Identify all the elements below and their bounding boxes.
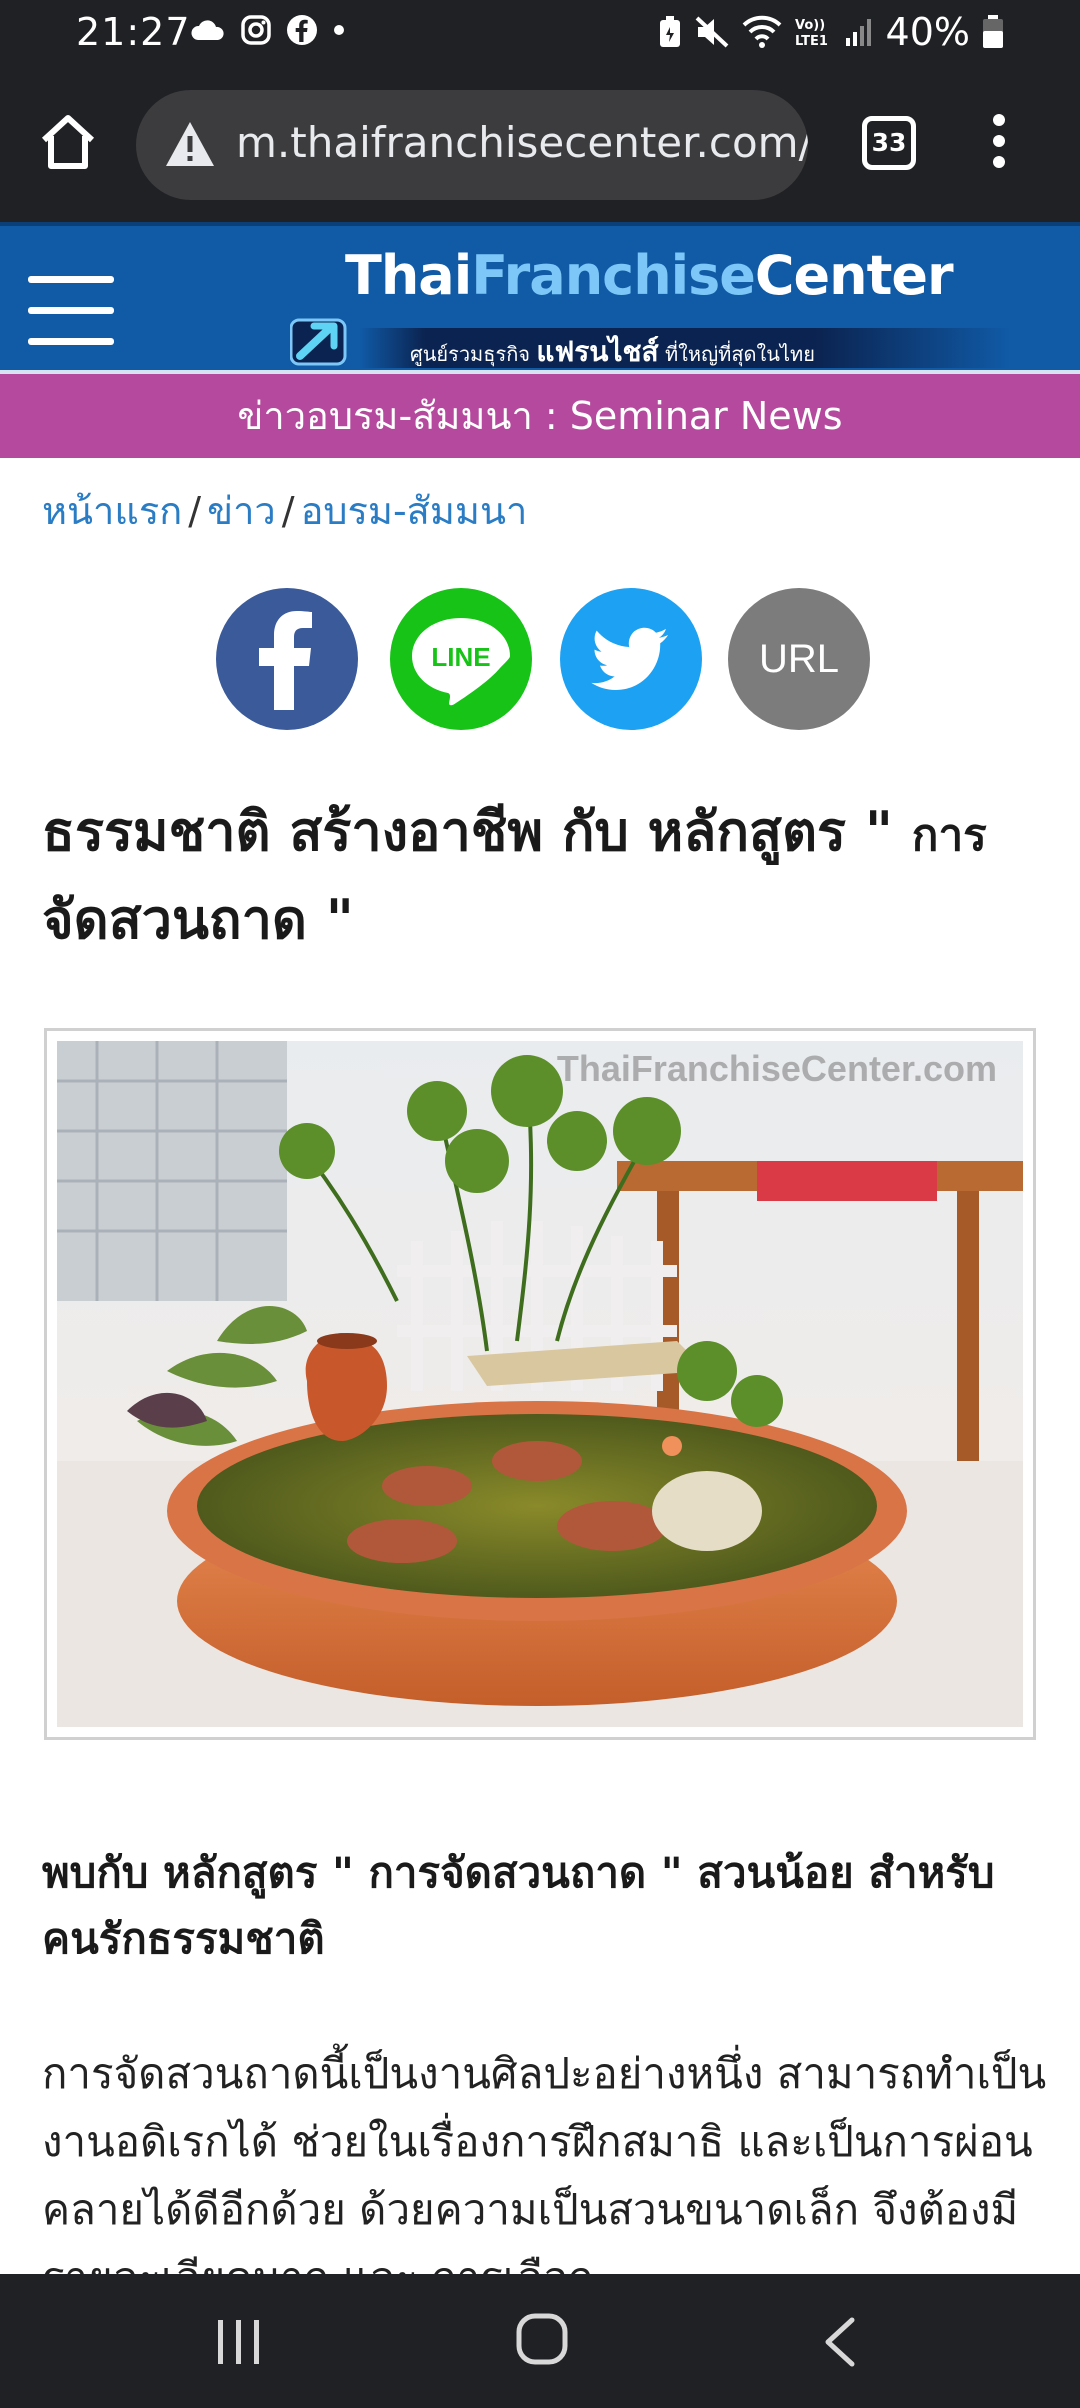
more-vert-icon[interactable] xyxy=(984,114,1014,178)
category-banner: ข่าวอบรม-สัมมนา : Seminar News xyxy=(0,374,1080,458)
article-title: ธรรมชาติ สร้างอาชีพ กับ หลักสูตร " การ จั… xyxy=(42,800,987,951)
status-bar: 21:27 Vo)) LTE1 40% xyxy=(0,0,1080,70)
instagram-icon xyxy=(241,15,271,45)
tab-switcher-button[interactable]: 33 xyxy=(862,116,916,170)
share-buttons: LINE URL xyxy=(216,588,870,730)
wifi-icon xyxy=(742,15,781,48)
system-nav-bar xyxy=(0,2274,1080,2408)
breadcrumb: หน้าแรก / ข่าว / อบรม-สัมมนา xyxy=(42,480,527,541)
article-subtitle: พบกับ หลักสูตร " การจัดสวนถาด " สวนน้อย … xyxy=(42,1848,995,1963)
breadcrumb-separator: / xyxy=(188,489,202,533)
battery-icon xyxy=(983,15,1003,48)
battery-percentage: 40% xyxy=(885,10,970,54)
status-left-icons xyxy=(190,14,346,46)
warning-icon[interactable] xyxy=(164,120,216,168)
share-line-button[interactable]: LINE xyxy=(390,588,532,730)
breadcrumb-seminar[interactable]: อบรม-สัมมนา xyxy=(301,489,528,533)
article-image[interactable]: ThaiFranchiseCenter.com xyxy=(44,1028,1036,1740)
battery-saver-icon xyxy=(659,16,680,47)
status-right-icons: Vo)) LTE1 40% xyxy=(658,10,1004,54)
signal-icon xyxy=(845,19,871,46)
share-url-button[interactable]: URL xyxy=(728,588,870,730)
logo-arrow-icon xyxy=(290,318,347,366)
breadcrumb-separator: / xyxy=(281,489,295,533)
facebook-icon xyxy=(259,611,312,710)
mute-icon xyxy=(695,16,728,48)
address-bar[interactable]: m.thaifranchisecenter.com/ xyxy=(136,90,808,200)
share-facebook-button[interactable] xyxy=(216,588,358,730)
logo-title: ThaiFranchiseCenter xyxy=(345,244,954,307)
site-header: ThaiFranchiseCenter ศูนย์รวมธุรกิจ แฟรนไ… xyxy=(0,222,1080,372)
browser-toolbar: m.thaifranchisecenter.com/ 33 xyxy=(0,70,1080,222)
svg-text:Vo)): Vo)) xyxy=(795,18,825,33)
status-time: 21:27 xyxy=(76,10,191,54)
svg-text:LTE1: LTE1 xyxy=(795,34,828,49)
article-body: การจัดสวนถาดนี้เป็นงานศิลปะอย่างหนึ่ง สา… xyxy=(42,2049,1047,2274)
twitter-icon xyxy=(591,627,668,690)
tray-garden-illustration: ThaiFranchiseCenter.com xyxy=(57,1041,1023,1727)
image-watermark: ThaiFranchiseCenter.com xyxy=(557,1048,997,1089)
volte-icon: Vo))LTE1 xyxy=(795,18,828,49)
share-twitter-button[interactable] xyxy=(560,588,702,730)
logo-tagline: ศูนย์รวมธุรกิจ แฟรนไชส์ ที่ใหญ่ที่สุดในไ… xyxy=(410,335,815,368)
back-chevron-icon[interactable] xyxy=(820,2316,860,2368)
line-label: LINE xyxy=(431,642,490,672)
dot-icon xyxy=(334,25,344,35)
site-logo[interactable]: ThaiFranchiseCenter ศูนย์รวมธุรกิจ แฟรนไ… xyxy=(290,244,1010,368)
line-icon: LINE xyxy=(412,618,510,706)
cloud-icon xyxy=(191,20,224,40)
breadcrumb-home[interactable]: หน้าแรก xyxy=(42,489,182,533)
hamburger-icon[interactable] xyxy=(28,276,114,345)
url-text[interactable]: m.thaifranchisecenter.com/ xyxy=(236,118,808,167)
home-icon[interactable] xyxy=(36,110,100,174)
breadcrumb-news[interactable]: ข่าว xyxy=(207,489,276,533)
home-circle-icon[interactable] xyxy=(515,2312,569,2366)
facebook-icon xyxy=(287,15,317,45)
recent-apps-icon[interactable] xyxy=(214,2316,264,2368)
